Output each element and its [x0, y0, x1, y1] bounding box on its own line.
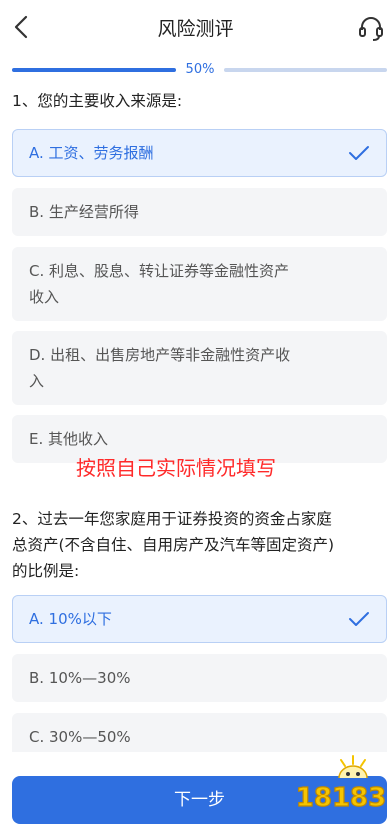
- option-label-line: C. 利息、股息、转让证券等金融性资产: [29, 262, 290, 280]
- annotation-note: 按照自己实际情况填写: [76, 456, 276, 480]
- option-q2-b[interactable]: B. 10%—30%: [12, 654, 387, 702]
- option-q1-d[interactable]: D. 出租、出售房地产等非金融性资产收 入: [12, 331, 387, 405]
- watermark-text: 18183: [296, 783, 386, 813]
- option-label: A. 工资、劳务报酬: [29, 144, 154, 162]
- option-label: E. 其他收入: [29, 430, 109, 448]
- question-2-text: 2、过去一年您家庭用于证券投资的资金占家庭 总资产(不含自住、自用房产及汽车等固…: [12, 506, 334, 584]
- headset-icon[interactable]: [357, 14, 385, 42]
- top-bar: 风险测评: [0, 0, 391, 56]
- option-q1-c[interactable]: C. 利息、股息、转让证券等金融性资产 收入: [12, 247, 387, 321]
- checkmark-icon: [349, 146, 369, 160]
- checkmark-icon: [349, 612, 369, 626]
- question-text-line: 总资产(不含自住、自用房产及汽车等固定资产): [12, 536, 335, 554]
- option-label-line: D. 出租、出售房地产等非金融性资产收: [29, 346, 291, 364]
- question-text-line: 2、过去一年您家庭用于证券投资的资金占家庭: [12, 510, 332, 528]
- question-text-line: 1、您的主要收入来源是:: [12, 92, 183, 110]
- option-label: A. 10%以下: [29, 610, 112, 628]
- option-label-line: 收入: [29, 288, 60, 306]
- option-label-line: 入: [29, 372, 45, 390]
- option-q2-a[interactable]: A. 10%以下: [12, 595, 387, 643]
- option-label: B. 生产经营所得: [29, 203, 139, 221]
- question-text-line: 的比例是:: [12, 562, 80, 580]
- watermark-logo: 18183: [295, 755, 387, 814]
- option-label: B. 10%—30%: [29, 669, 131, 687]
- question-1-text: 1、您的主要收入来源是:: [12, 88, 182, 114]
- progress-track: [224, 68, 387, 72]
- page-title: 风险测评: [157, 18, 234, 40]
- progress-bar: 50%: [12, 62, 387, 78]
- option-label: C. 30%—50%: [29, 728, 131, 746]
- progress-label: 50%: [185, 62, 215, 77]
- option-q1-a[interactable]: A. 工资、劳务报酬: [12, 129, 387, 177]
- option-q1-b[interactable]: B. 生产经营所得: [12, 188, 387, 236]
- progress-fill: [12, 68, 176, 72]
